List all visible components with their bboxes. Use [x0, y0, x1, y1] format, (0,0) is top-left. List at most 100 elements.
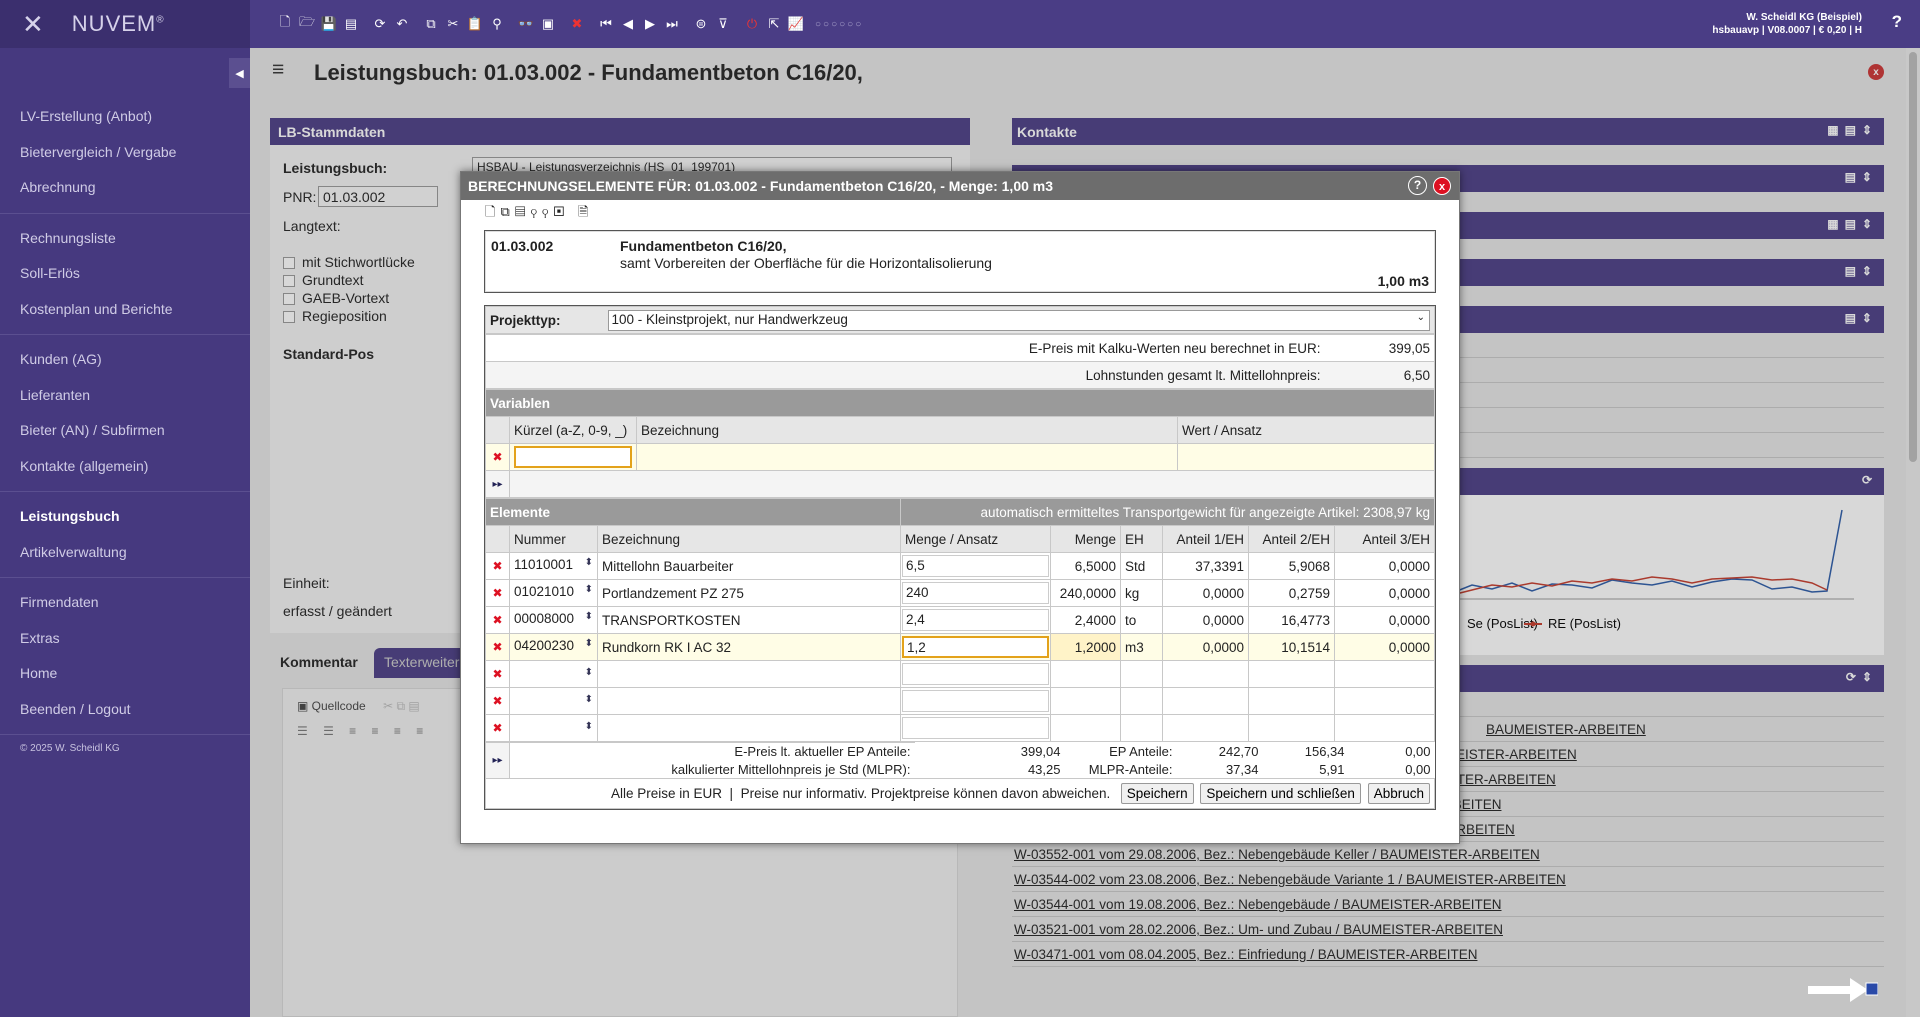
find-icon[interactable]: ⚲	[486, 13, 508, 35]
add-row-icon[interactable]: ▸▸	[485, 470, 510, 498]
sidebar-item[interactable]: Firmendaten	[0, 585, 250, 621]
delete-icon[interactable]: ✖	[485, 579, 510, 607]
chart-icon[interactable]: 📈	[785, 13, 807, 35]
menge-ansatz-cell[interactable]: 240	[900, 579, 1052, 607]
save-close-button[interactable]: Speichern und schließen	[1200, 783, 1361, 804]
sidebar-item[interactable]: Kunden (AG)	[0, 342, 250, 378]
properties-icon[interactable]: ▣	[553, 204, 569, 219]
close-icon[interactable]: x	[1433, 177, 1451, 195]
copy-icon[interactable]: ⧉	[500, 204, 514, 219]
new-icon[interactable]: 🗋	[274, 13, 296, 35]
bezeichnung-cell[interactable]: Mittellohn Bauarbeiter	[596, 552, 902, 580]
sort-icon[interactable]: ⬍	[585, 694, 593, 705]
prev-icon[interactable]: ◀	[617, 13, 639, 35]
bezeichnung-cell[interactable]	[596, 687, 902, 715]
sidebar-item[interactable]: Bietervergleich / Vergabe	[0, 135, 250, 171]
logo[interactable]: ✕ NUVEM®	[0, 0, 250, 48]
sidebar-item[interactable]: Artikelverwaltung	[0, 535, 250, 571]
kuerzel-input[interactable]	[514, 446, 632, 468]
nummer-cell[interactable]: ⬍	[509, 687, 598, 715]
sidebar-item[interactable]: Abrechnung	[0, 170, 250, 206]
projekttyp-select[interactable]: 100 - Kleinstprojekt, nur Handwerkzeug ⌄	[607, 309, 1430, 331]
add-row-icon[interactable]: ▸▸	[485, 742, 510, 779]
sidebar-item[interactable]: Kostenplan und Berichte	[0, 292, 250, 328]
sidebar-item[interactable]: Lieferanten	[0, 378, 250, 414]
pdf-icon[interactable]: ▤	[340, 13, 362, 35]
cut-icon[interactable]: ✂	[442, 13, 464, 35]
open-icon[interactable]: 🗁	[296, 13, 318, 35]
sidebar-item[interactable]: Leistungsbuch	[0, 499, 250, 535]
nummer-cell[interactable]: 11010001 ⬍	[509, 552, 598, 580]
delete-icon[interactable]: ✖	[485, 714, 510, 742]
help-icon[interactable]: ?	[1892, 12, 1902, 32]
menge-ansatz-cell[interactable]: 1,2	[900, 633, 1052, 661]
copy-icon[interactable]: ⧉	[420, 13, 442, 35]
sidebar-item[interactable]: Extras	[0, 621, 250, 657]
save-icon[interactable]: 💾	[318, 13, 340, 35]
menge-ansatz-cell[interactable]: 2,4	[900, 606, 1052, 634]
save-button[interactable]: Speichern	[1120, 783, 1194, 804]
first-icon[interactable]: ⏮	[595, 13, 617, 35]
sidebar-item[interactable]: Soll-Erlös	[0, 256, 250, 292]
power-icon[interactable]: ⏻	[741, 13, 763, 35]
filter-icon[interactable]: ⊜	[690, 13, 712, 35]
undo-icon[interactable]: ↶	[391, 13, 413, 35]
paste-icon[interactable]: 📋	[464, 13, 486, 35]
summary-row: ▸▸ E-Preis lt. aktueller EP Anteile: 399…	[485, 742, 1435, 779]
nummer-cell[interactable]: 01021010 ⬍	[509, 579, 598, 607]
paste-icon[interactable]: ▤	[515, 204, 531, 219]
nummer-cell[interactable]: 04200230 ⬍	[509, 633, 598, 661]
nummer-cell[interactable]: 00008000 ⬍	[509, 606, 598, 634]
help-icon[interactable]: ?	[1408, 176, 1427, 195]
sidebar-item[interactable]: Home	[0, 656, 250, 692]
bezeichnung-cell[interactable]	[596, 660, 902, 688]
delete-icon[interactable]: ✖	[485, 687, 510, 715]
sidebar-item[interactable]: Beenden / Logout	[0, 692, 250, 728]
dialog-titlebar: BERECHNUNGSELEMENTE FÜR: 01.03.002 - Fun…	[461, 172, 1459, 200]
sidebar-item[interactable]: Bieter (AN) / Subfirmen	[0, 413, 250, 449]
anteil3-cell: 0,0000	[1334, 579, 1435, 607]
menge-ansatz-cell[interactable]	[900, 714, 1052, 742]
sidebar-item[interactable]: Kontakte (allgemein)	[0, 449, 250, 485]
bezeichnung-cell[interactable]: Rundkorn RK I AC 32	[596, 633, 902, 661]
menge-ansatz-cell[interactable]	[900, 687, 1052, 715]
properties-icon[interactable]: ▣	[537, 13, 559, 35]
sort-icon[interactable]: ⬍	[585, 611, 593, 622]
delete-icon[interactable]: ✖	[485, 606, 510, 634]
wert-input[interactable]	[1176, 443, 1436, 471]
menge-cell: 6,5000	[1050, 552, 1122, 580]
collapse-sidebar-button[interactable]: ◀	[229, 58, 250, 88]
sort-icon[interactable]: ⬍	[585, 667, 593, 678]
nummer-cell[interactable]: ⬍	[509, 714, 598, 742]
bezeichnung-cell[interactable]: Portlandzement PZ 275	[596, 579, 902, 607]
bezeichnung-cell[interactable]	[596, 714, 902, 742]
delete-icon[interactable]: ✖	[485, 552, 510, 580]
berechnungselemente-dialog: BERECHNUNGSELEMENTE FÜR: 01.03.002 - Fun…	[460, 171, 1460, 844]
find-icon[interactable]: ⚲	[531, 204, 542, 219]
binoculars-icon[interactable]: 👓	[515, 13, 537, 35]
find-next-icon[interactable]: ⚲	[542, 204, 553, 219]
last-icon[interactable]: ⏭	[661, 13, 683, 35]
filter-down-icon[interactable]: ⊽	[712, 13, 734, 35]
sort-icon[interactable]: ⬍	[585, 584, 593, 595]
cancel-button[interactable]: Abbruch	[1367, 783, 1430, 804]
document-icon[interactable]: 🗎	[578, 204, 593, 219]
menge-ansatz-cell[interactable]: 6,5	[900, 552, 1052, 580]
next-icon[interactable]: ▶	[639, 13, 661, 35]
delete-icon[interactable]: ✖	[485, 443, 510, 471]
menge-ansatz-cell[interactable]	[900, 660, 1052, 688]
sidebar-item[interactable]: Rechnungsliste	[0, 221, 250, 257]
bezeichnung-cell[interactable]: TRANSPORTKOSTEN	[596, 606, 902, 634]
sort-icon[interactable]: ⬍	[585, 721, 593, 732]
bezeichnung-input[interactable]	[636, 443, 1178, 471]
sort-icon[interactable]: ⬍	[585, 557, 593, 568]
delete-icon[interactable]: ✖	[485, 660, 510, 688]
export-icon[interactable]: ⇱	[763, 13, 785, 35]
refresh-icon[interactable]: ⟳	[369, 13, 391, 35]
sidebar-item[interactable]: LV-Erstellung (Anbot)	[0, 99, 250, 135]
new-icon[interactable]: 🗋	[485, 204, 500, 219]
delete-icon[interactable]: ✖	[485, 633, 510, 661]
sort-icon[interactable]: ⬍	[585, 638, 593, 649]
nummer-cell[interactable]: ⬍	[509, 660, 598, 688]
delete-icon[interactable]: ✖	[566, 13, 588, 35]
